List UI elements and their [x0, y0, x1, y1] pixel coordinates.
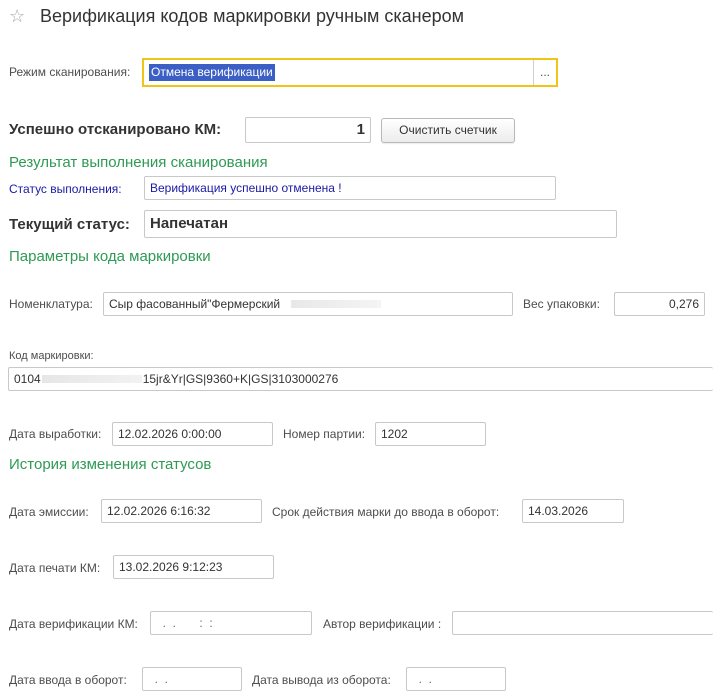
verification-date-field: . . : : [150, 611, 312, 635]
marking-code-suffix: 15jr&Yr|GS|9360+K|GS|3103000276 [142, 372, 339, 386]
page-title: Верификация кодов маркировки ручным скан… [40, 6, 465, 26]
clear-counter-button[interactable]: Очистить счетчик [381, 118, 515, 143]
redacted-code [41, 375, 142, 383]
marking-code-prefix: 0104 [14, 372, 41, 386]
scanned-count-label: Успешно отсканировано КМ: [9, 121, 222, 138]
circulation-in-date-label: Дата ввода в оборот: [9, 673, 127, 687]
favorite-star-icon[interactable]: ☆ [9, 5, 25, 27]
circulation-out-date-field: . . [406, 667, 506, 691]
current-status-label: Текущий статус: [9, 216, 130, 233]
scan-mode-label: Режим сканирования: [9, 65, 131, 79]
current-status-field: Напечатан [144, 210, 617, 238]
validity-date-label: Срок действия марки до ввода в оборот: [272, 505, 500, 519]
history-section-title: История изменения статусов [9, 456, 212, 473]
print-date-field: 13.02.2026 9:12:23 [113, 555, 274, 579]
emission-date-field: 12.02.2026 6:16:32 [101, 499, 262, 523]
circulation-in-date-field: . . [142, 667, 242, 691]
scan-mode-value[interactable]: Отмена верификации [149, 64, 275, 81]
production-date-field: 12.02.2026 0:00:00 [112, 422, 273, 446]
package-weight-field: 0,276 [614, 292, 705, 316]
batch-number-field: 1202 [375, 422, 486, 446]
scanned-count-field: 1 [245, 117, 371, 143]
circulation-out-date-label: Дата вывода из оборота: [252, 673, 391, 687]
execution-status-label: Статус выполнения: [9, 182, 122, 196]
verification-date-label: Дата верификации КМ: [9, 617, 138, 631]
nomenclature-value: Сыр фасованный"Фермерский [109, 297, 281, 311]
emission-date-label: Дата эмиссии: [9, 505, 89, 519]
validity-date-field: 14.03.2026 [522, 499, 624, 523]
result-section-title: Результат выполнения сканирования [9, 154, 268, 171]
execution-status-field: Верификация успешно отменена ! [144, 176, 556, 200]
nomenclature-field: Сыр фасованный"Фермерский [103, 292, 513, 316]
redacted-mark [291, 300, 382, 308]
production-date-label: Дата выработки: [9, 427, 102, 441]
marking-code-field: 0104 15jr&Yr|GS|9360+K|GS|3103000276 [8, 367, 713, 391]
verification-author-field [452, 611, 713, 635]
package-weight-label: Вес упаковки: [523, 297, 600, 311]
verification-author-label: Автор верификации : [323, 617, 442, 631]
params-section-title: Параметры кода маркировки [9, 248, 211, 265]
scan-mode-choose-button[interactable]: ... [536, 62, 554, 82]
marking-code-label: Код маркировки: [9, 350, 94, 362]
scan-mode-field[interactable]: Отмена верификации ... [142, 58, 558, 87]
nomenclature-label: Номенклатура: [9, 297, 93, 311]
print-date-label: Дата печати КМ: [9, 561, 101, 575]
batch-number-label: Номер партии: [283, 427, 366, 441]
